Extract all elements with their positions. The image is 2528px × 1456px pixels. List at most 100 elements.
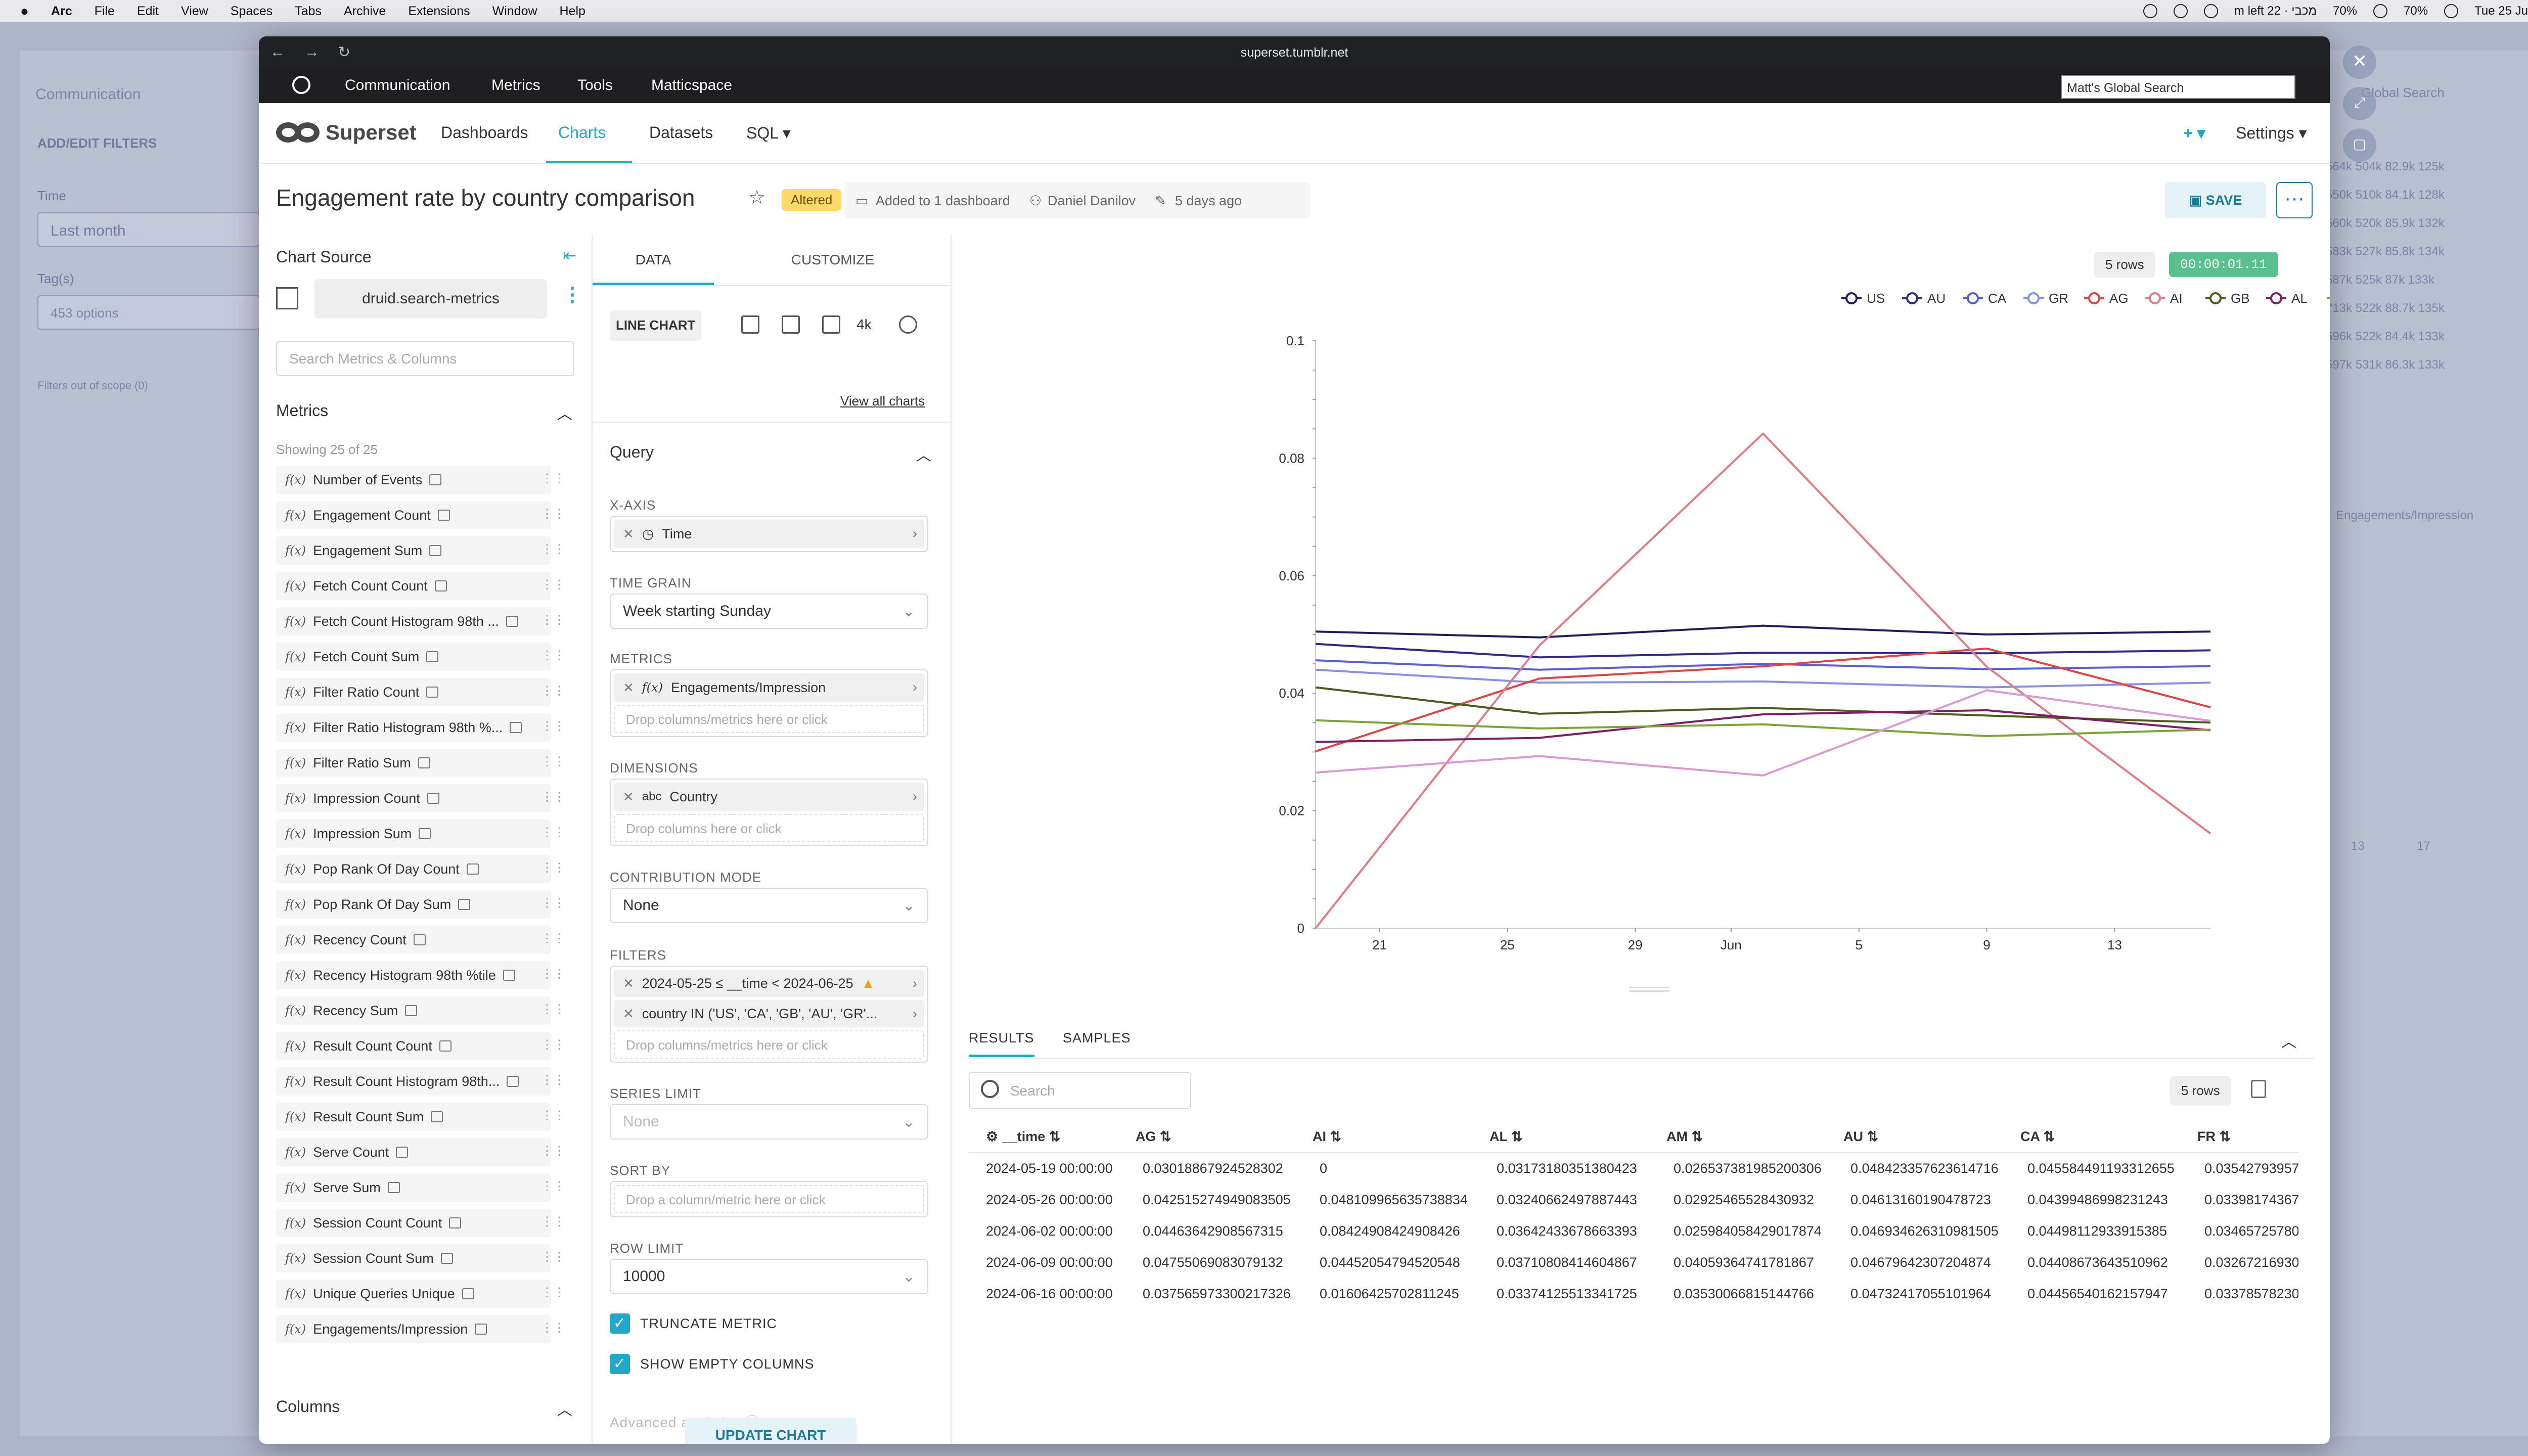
nav-charts[interactable]: Charts bbox=[558, 123, 606, 142]
metric-item[interactable]: f(x) Session Count Sum ⋮⋮ bbox=[276, 1241, 574, 1276]
metric-pill[interactable]: f(x) Result Count Sum bbox=[276, 1103, 551, 1131]
column-header[interactable]: AM ⇅ bbox=[1656, 1121, 1833, 1153]
metric-item[interactable]: f(x) Recency Count ⋮⋮ bbox=[276, 922, 574, 958]
org-logo-icon[interactable] bbox=[292, 76, 310, 94]
drag-handle-icon[interactable]: ⋮⋮ bbox=[541, 967, 565, 981]
metric-item[interactable]: f(x) Filter Ratio Count ⋮⋮ bbox=[276, 674, 574, 710]
metric-item[interactable]: f(x) Session Count Count ⋮⋮ bbox=[276, 1205, 574, 1241]
battery-icon[interactable] bbox=[2444, 4, 2459, 18]
metric-pill[interactable]: f(x) Recency Histogram 98th %tile bbox=[276, 961, 551, 989]
metric-pill[interactable]: f(x) Recency Sum bbox=[276, 996, 551, 1025]
drag-handle-icon[interactable]: ⋮⋮ bbox=[541, 507, 565, 521]
drag-handle-icon[interactable]: ⋮⋮ bbox=[541, 613, 565, 627]
superset-logo[interactable]: Superset bbox=[276, 120, 417, 145]
copy-icon[interactable] bbox=[2251, 1080, 2266, 1098]
page-url[interactable]: superset.tumblr.net bbox=[259, 46, 2330, 60]
drag-handle-icon[interactable]: ⋮⋮ bbox=[541, 1285, 565, 1300]
metric-pill[interactable]: f(x) Impression Count bbox=[276, 784, 551, 812]
contribution-select[interactable]: None ⌄ bbox=[610, 888, 928, 923]
metric-pill[interactable]: f(x) Serve Count bbox=[276, 1138, 551, 1166]
expand-icon[interactable]: ⤢ bbox=[2343, 87, 2376, 120]
drag-handle-icon[interactable]: ⋮⋮ bbox=[541, 471, 565, 486]
remove-icon[interactable]: ✕ bbox=[623, 789, 634, 805]
drag-handle-icon[interactable]: ⋮⋮ bbox=[541, 1108, 565, 1123]
tab-customize[interactable]: CUSTOMIZE bbox=[714, 235, 951, 285]
metric-item[interactable]: f(x) Recency Sum ⋮⋮ bbox=[276, 993, 574, 1028]
column-header[interactable]: CA ⇅ bbox=[2010, 1121, 2187, 1153]
row-limit-select[interactable]: 10000 ⌄ bbox=[610, 1259, 928, 1294]
metric-pill[interactable]: f(x) Unique Queries Unique bbox=[276, 1280, 551, 1308]
metric-item[interactable]: f(x) Fetch Count Histogram 98th ... ⋮⋮ bbox=[276, 604, 574, 639]
close-icon[interactable]: ✕ bbox=[2343, 46, 2376, 79]
chevron-right-icon[interactable]: › bbox=[913, 679, 917, 695]
remove-icon[interactable]: ✕ bbox=[623, 1006, 634, 1022]
metric-item[interactable]: f(x) Result Count Sum ⋮⋮ bbox=[276, 1099, 574, 1134]
column-header[interactable]: AL ⇅ bbox=[1479, 1121, 1656, 1153]
metric-pill[interactable]: f(x) Engagement Count bbox=[276, 501, 551, 529]
metric-pill[interactable]: f(x) Session Count Count bbox=[276, 1209, 551, 1237]
search-metrics-input[interactable]: Search Metrics & Columns bbox=[276, 341, 574, 376]
nav-sql[interactable]: SQL ▾ bbox=[746, 123, 791, 143]
timegrain-select[interactable]: Week starting Sunday ⌄ bbox=[610, 594, 928, 629]
drag-handle-icon[interactable]: ⋮⋮ bbox=[541, 1250, 565, 1264]
metric-item[interactable]: f(x) Number of Events ⋮⋮ bbox=[276, 462, 574, 497]
columns-header[interactable]: Columns bbox=[276, 1397, 340, 1416]
xaxis-chip[interactable]: ✕ ◷ Time › bbox=[614, 520, 924, 548]
menu-view[interactable]: View bbox=[181, 4, 208, 19]
topnav-matticspace[interactable]: Matticspace bbox=[651, 77, 732, 94]
chevron-right-icon[interactable]: › bbox=[913, 526, 917, 541]
dimension-chip[interactable]: ✕ abc Country › bbox=[614, 783, 924, 811]
metric-item[interactable]: f(x) Engagement Count ⋮⋮ bbox=[276, 497, 574, 533]
metric-item[interactable]: f(x) Fetch Count Count ⋮⋮ bbox=[276, 568, 574, 604]
results-search-input[interactable]: Search bbox=[969, 1072, 1191, 1109]
metric-pill[interactable]: f(x) Result Count Count bbox=[276, 1032, 551, 1060]
metric-pill[interactable]: f(x) Engagements/Impression bbox=[276, 1315, 551, 1343]
metric-pill[interactable]: f(x) Pop Rank Of Day Sum bbox=[276, 890, 551, 919]
drag-handle-icon[interactable]: ⋮⋮ bbox=[541, 542, 565, 557]
pie-chart-icon[interactable] bbox=[899, 315, 917, 334]
topnav-metrics[interactable]: Metrics bbox=[491, 77, 540, 94]
metric-pill[interactable]: f(x) Filter Ratio Count bbox=[276, 678, 551, 706]
column-header[interactable]: AI ⇅ bbox=[1302, 1121, 1479, 1153]
series-limit-select[interactable]: None ⌄ bbox=[610, 1104, 928, 1140]
drag-handle-icon[interactable]: ⋮⋮ bbox=[541, 754, 565, 769]
drag-handle-icon[interactable]: ⋮⋮ bbox=[541, 860, 565, 875]
column-header[interactable]: FR ⇅ bbox=[2187, 1121, 2298, 1153]
tab-samples[interactable]: SAMPLES bbox=[1063, 1030, 1131, 1046]
clock[interactable]: Tue 25 Jun 14:38 bbox=[2474, 4, 2528, 18]
drag-handle-icon[interactable]: ⋮⋮ bbox=[541, 719, 565, 734]
viz-line-chart[interactable]: LINE CHART bbox=[610, 310, 702, 341]
drag-handle-icon[interactable]: ⋮⋮ bbox=[541, 931, 565, 946]
remove-icon[interactable]: ✕ bbox=[623, 680, 634, 696]
metric-item[interactable]: f(x) Engagements/Impression ⋮⋮ bbox=[276, 1311, 574, 1347]
column-header[interactable]: AU ⇅ bbox=[1833, 1121, 2010, 1153]
nav-dashboards[interactable]: Dashboards bbox=[441, 123, 528, 142]
drag-handle-icon[interactable]: ⋮⋮ bbox=[541, 1002, 565, 1017]
metric-item[interactable]: f(x) Recency Histogram 98th %tile ⋮⋮ bbox=[276, 958, 574, 993]
metric-pill[interactable]: f(x) Recency Count bbox=[276, 926, 551, 954]
collapse-panel-icon[interactable]: ⇤ bbox=[563, 246, 576, 265]
menu-help[interactable]: Help bbox=[560, 4, 585, 19]
metric-pill[interactable]: f(x) Pop Rank Of Day Count bbox=[276, 855, 551, 883]
view-all-charts-link[interactable]: View all charts bbox=[840, 393, 925, 409]
save-button[interactable]: ▣ SAVE bbox=[2165, 182, 2266, 218]
table-chart-icon[interactable] bbox=[822, 315, 840, 334]
altered-badge[interactable]: Altered bbox=[782, 189, 842, 211]
metric-pill[interactable]: f(x) Fetch Count Count bbox=[276, 572, 551, 600]
resize-handle[interactable] bbox=[1629, 987, 1669, 992]
area-chart-icon[interactable] bbox=[782, 315, 800, 334]
menu-extensions[interactable]: Extensions bbox=[408, 4, 470, 19]
checkmark-icon[interactable]: ✓ bbox=[610, 1313, 630, 1334]
drag-handle-icon[interactable]: ⋮⋮ bbox=[541, 1321, 565, 1335]
status-text[interactable]: m left 22 · מכבי bbox=[2234, 4, 2317, 18]
menu-edit[interactable]: Edit bbox=[137, 4, 159, 19]
tab-results[interactable]: RESULTS bbox=[969, 1030, 1034, 1057]
metric-pill[interactable]: f(x) Number of Events bbox=[276, 466, 551, 494]
metric-pill[interactable]: f(x) Serve Sum bbox=[276, 1173, 551, 1202]
filter-chip-country[interactable]: ✕ country IN ('US', 'CA', 'GB', 'AU', 'GR… bbox=[614, 1000, 924, 1027]
chevron-up-icon[interactable]: ︿ bbox=[916, 443, 931, 465]
chevron-up-icon[interactable]: ︿ bbox=[557, 1397, 572, 1420]
drag-handle-icon[interactable]: ⋮⋮ bbox=[541, 1037, 565, 1052]
topnav-tools[interactable]: Tools bbox=[577, 77, 613, 94]
checkmark-icon[interactable]: ✓ bbox=[610, 1354, 630, 1374]
